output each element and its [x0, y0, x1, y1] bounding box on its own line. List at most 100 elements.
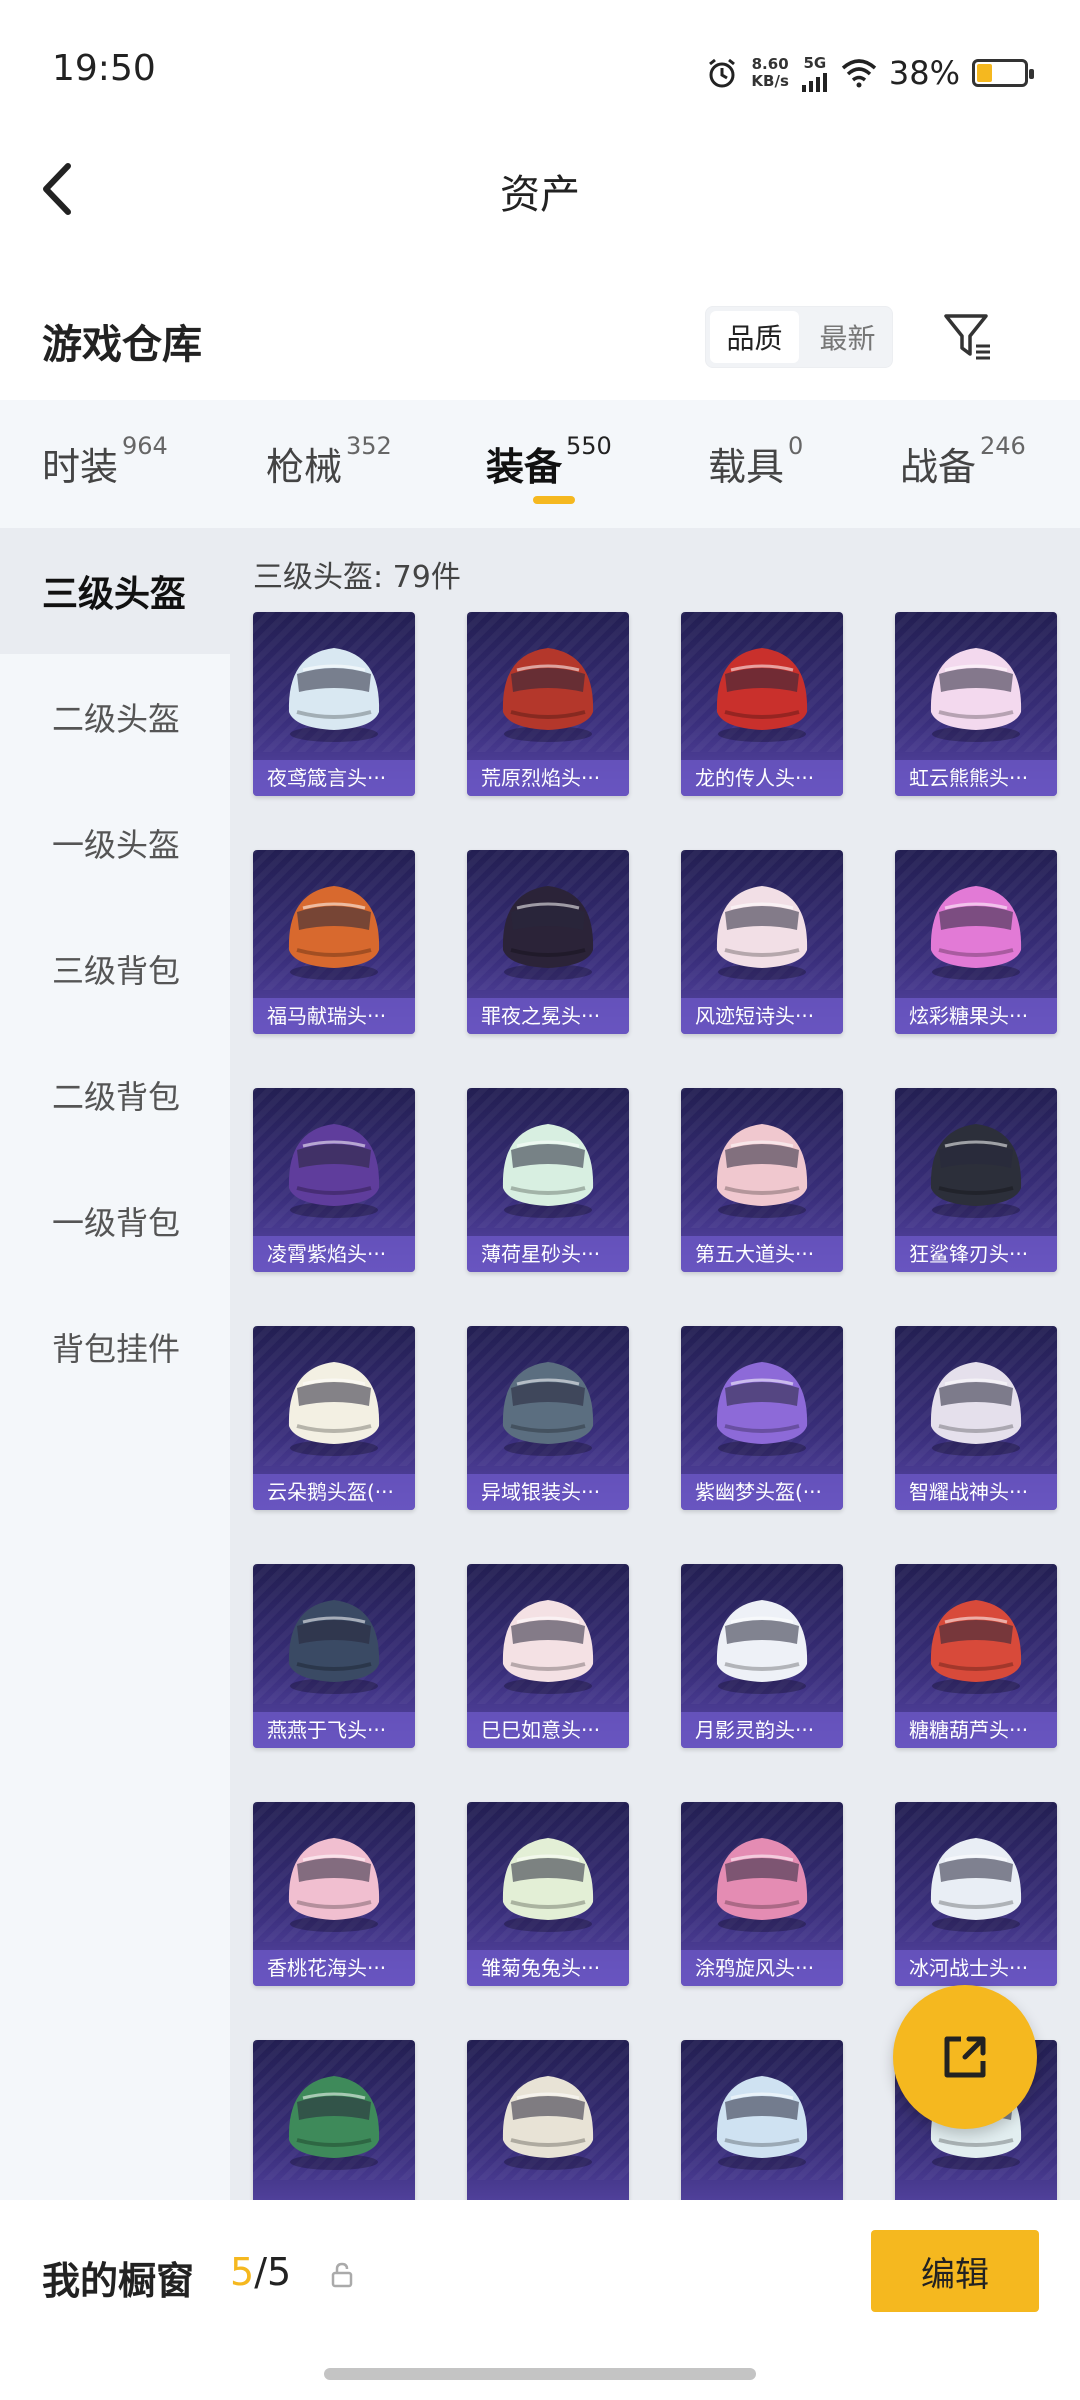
tab-supplies[interactable]: 战备 246 — [900, 432, 1026, 491]
sidebar-item-level1-backpack[interactable]: 一级背包 — [0, 1158, 230, 1284]
helmet-icon — [288, 2076, 380, 2170]
battery-icon — [972, 59, 1034, 87]
sort-option-newest[interactable]: 最新 — [803, 307, 892, 367]
helmet-card[interactable]: 涂鸦旋风头··· — [681, 1802, 843, 1986]
filter-button[interactable] — [938, 306, 998, 366]
helmet-icon — [288, 1600, 380, 1694]
helmet-card[interactable]: 荒原烈焰头··· — [467, 612, 629, 796]
helmet-card[interactable]: 智耀战神头··· — [895, 1326, 1057, 1510]
home-indicator — [324, 2368, 756, 2380]
helmet-card[interactable]: 月影灵韵头··· — [681, 1564, 843, 1748]
lock-icon — [331, 2262, 353, 2288]
category-tabs: 时装 964 枪械 352 装备 550 载具 0 战备 246 — [0, 400, 1080, 528]
helmet-name: 狂鲨锋刃头··· — [895, 1236, 1057, 1272]
helmet-icon — [502, 1838, 594, 1932]
helmet-card[interactable] — [681, 2040, 843, 2224]
tab-firearms[interactable]: 枪械 352 — [266, 432, 392, 491]
helmet-icon — [716, 1600, 808, 1694]
helmet-card[interactable]: 虹云熊熊头··· — [895, 612, 1057, 796]
share-icon — [944, 2036, 986, 2078]
helmet-icon — [502, 886, 594, 980]
helmet-card[interactable]: 夜鸢箴言头··· — [253, 612, 415, 796]
helmet-icon — [930, 1124, 1022, 1218]
helmet-name: 燕燕于飞头··· — [253, 1712, 415, 1748]
helmet-icon — [502, 2076, 594, 2170]
showcase-label: 我的橱窗 — [42, 2259, 195, 2303]
wifi-icon — [841, 59, 877, 88]
sidebar-item-level1-helmet[interactable]: 一级头盔 — [0, 780, 230, 906]
tab-fashion[interactable]: 时装 964 — [42, 432, 168, 491]
helmet-card[interactable]: 狂鲨锋刃头··· — [895, 1088, 1057, 1272]
helmet-icon — [930, 886, 1022, 980]
helmet-name: 风迹短诗头··· — [681, 998, 843, 1034]
helmet-name: 龙的传人头··· — [681, 760, 843, 796]
helmet-card[interactable] — [467, 2040, 629, 2224]
helmet-name: 月影灵韵头··· — [681, 1712, 843, 1748]
helmet-icon — [930, 1838, 1022, 1932]
helmet-card[interactable]: 紫幽梦头盔(··· — [681, 1326, 843, 1510]
helmet-card[interactable]: 糖糖葫芦头··· — [895, 1564, 1057, 1748]
helmet-name: 智耀战神头··· — [895, 1474, 1057, 1510]
helmet-name: 凌霄紫焰头··· — [253, 1236, 415, 1272]
helmet-card[interactable]: 巳巳如意头··· — [467, 1564, 629, 1748]
helmet-name: 炫彩糖果头··· — [895, 998, 1057, 1034]
helmet-icon — [716, 1124, 808, 1218]
helmet-icon — [716, 2076, 808, 2170]
tab-indicator — [533, 496, 575, 504]
helmet-card[interactable]: 雏菊兔兔头··· — [467, 1802, 629, 1986]
helmet-name: 薄荷星砂头··· — [467, 1236, 629, 1272]
helmet-card[interactable]: 龙的传人头··· — [681, 612, 843, 796]
sort-option-quality[interactable]: 品质 — [710, 311, 799, 363]
helmet-card[interactable]: 云朵鹅头盔(··· — [253, 1326, 415, 1510]
helmet-name: 涂鸦旋风头··· — [681, 1950, 843, 1986]
section-title: 游戏仓库 — [42, 322, 202, 368]
helmet-name: 第五大道头··· — [681, 1236, 843, 1272]
helmet-card[interactable]: 薄荷星砂头··· — [467, 1088, 629, 1272]
helmet-card[interactable]: 香桃花海头··· — [253, 1802, 415, 1986]
sidebar-item-level2-backpack[interactable]: 二级背包 — [0, 1032, 230, 1158]
share-fab-button[interactable] — [893, 1985, 1037, 2129]
helmet-card[interactable]: 冰河战士头··· — [895, 1802, 1057, 1986]
helmet-card[interactable]: 福马献瑞头··· — [253, 850, 415, 1034]
nav-bar: 资产 — [0, 140, 1080, 240]
helmet-icon — [716, 886, 808, 980]
helmet-icon — [930, 1362, 1022, 1456]
alarm-icon — [709, 58, 736, 88]
helmet-name: 紫幽梦头盔(··· — [681, 1474, 843, 1510]
list-title: 三级头盔: 79件 — [253, 560, 461, 595]
net-speed: 8.60 KB/s — [751, 55, 789, 90]
helmet-icon — [288, 886, 380, 980]
helmet-icon — [716, 1362, 808, 1456]
helmet-card[interactable]: 异域银装头··· — [467, 1326, 629, 1510]
helmet-name: 云朵鹅头盔(··· — [253, 1474, 415, 1510]
helmet-name: 罪夜之冕头··· — [467, 998, 629, 1034]
section-header: 游戏仓库 品质 最新 — [0, 290, 1080, 390]
helmet-icon — [502, 648, 594, 742]
tab-equipment[interactable]: 装备 550 — [486, 432, 612, 491]
signal-icon — [801, 73, 827, 92]
helmet-icon — [288, 648, 380, 742]
edit-button[interactable]: 编辑 — [871, 2230, 1039, 2312]
helmet-card[interactable]: 罪夜之冕头··· — [467, 850, 629, 1034]
helmet-icon — [930, 648, 1022, 742]
sidebar-item-backpack-charm[interactable]: 背包挂件 — [0, 1284, 230, 1410]
helmet-card[interactable]: 燕燕于飞头··· — [253, 1564, 415, 1748]
helmet-name: 巳巳如意头··· — [467, 1712, 629, 1748]
sidebar-item-level3-helmet[interactable]: 三级头盔 — [0, 528, 230, 654]
helmet-card[interactable]: 炫彩糖果头··· — [895, 850, 1057, 1034]
helmet-name: 雏菊兔兔头··· — [467, 1950, 629, 1986]
helmet-icon — [502, 1362, 594, 1456]
helmet-name: 冰河战士头··· — [895, 1950, 1057, 1986]
sidebar-item-level2-helmet[interactable]: 二级头盔 — [0, 654, 230, 780]
helmet-card[interactable]: 第五大道头··· — [681, 1088, 843, 1272]
battery-percent: 38% — [888, 54, 960, 92]
helmet-card[interactable]: 风迹短诗头··· — [681, 850, 843, 1034]
helmet-icon — [716, 1838, 808, 1932]
helmet-name: 异域银装头··· — [467, 1474, 629, 1510]
helmet-name: 香桃花海头··· — [253, 1950, 415, 1986]
page-title: 资产 — [500, 172, 580, 218]
helmet-card[interactable]: 凌霄紫焰头··· — [253, 1088, 415, 1272]
sidebar-item-level3-backpack[interactable]: 三级背包 — [0, 906, 230, 1032]
tab-vehicles[interactable]: 载具 0 — [708, 432, 803, 491]
helmet-card[interactable] — [253, 2040, 415, 2224]
